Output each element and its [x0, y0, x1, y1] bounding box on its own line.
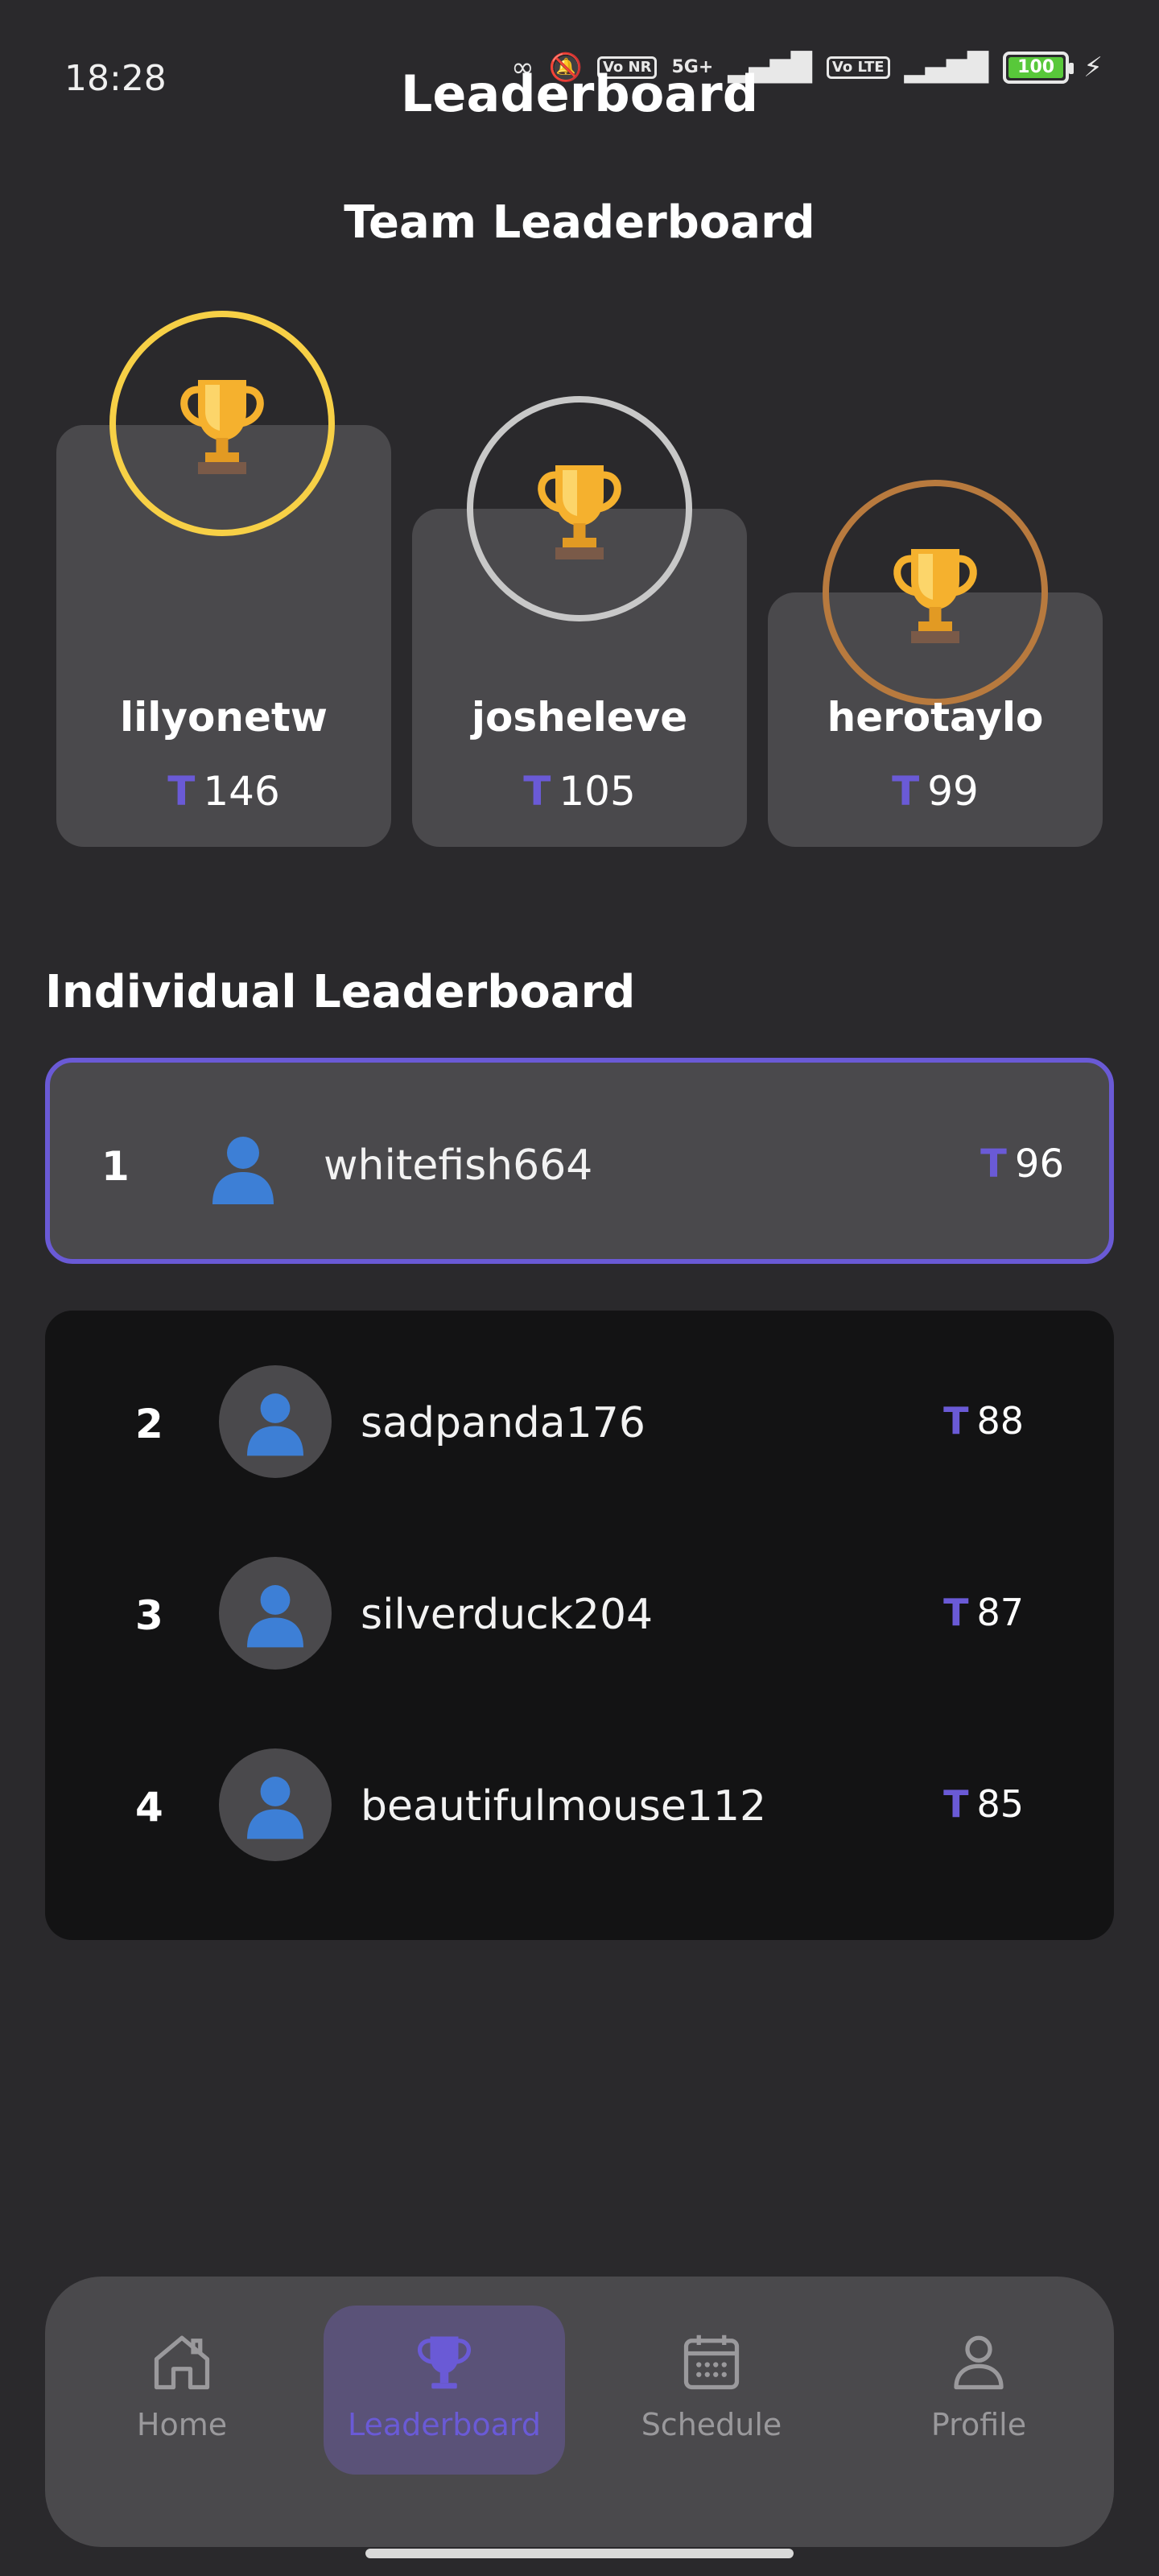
list-item[interactable]: 2 sadpanda176 T 88: [45, 1365, 1114, 1478]
nav-leaderboard[interactable]: Leaderboard: [324, 2306, 565, 2475]
trophy-icon: [538, 465, 621, 559]
token-icon: T: [167, 768, 196, 815]
individual-leaderboard-title: Individual Leaderboard: [45, 966, 636, 1018]
team-score-1: T 146: [56, 768, 391, 815]
user-avatar-icon: [247, 1585, 303, 1648]
team-score-3: T 99: [768, 768, 1103, 815]
user-score-value: 85: [976, 1782, 1024, 1826]
trophy-ring-bronze: [823, 480, 1048, 705]
user-avatar-icon: [247, 1777, 303, 1839]
team-name-1: lilyonetw: [120, 694, 328, 741]
avatar: [219, 1748, 332, 1861]
username: sadpanda176: [361, 1399, 645, 1447]
user-score: T 85: [943, 1782, 1024, 1826]
user-score: T 87: [943, 1591, 1024, 1634]
nav-home-label: Home: [136, 2407, 228, 2442]
user-score-value: 88: [976, 1399, 1024, 1443]
nav-leaderboard-label: Leaderboard: [347, 2407, 542, 2442]
nav-schedule-label: Schedule: [641, 2407, 782, 2442]
trophy-ring-silver: [467, 396, 692, 621]
home-icon: [154, 2335, 210, 2390]
rank-number: 1: [101, 1143, 130, 1190]
token-icon: T: [943, 1399, 969, 1443]
trophy-ring-gold: [109, 311, 335, 536]
list-item[interactable]: 3 silverduck204 T 87: [45, 1557, 1114, 1670]
calendar-icon: [683, 2334, 740, 2390]
list-item[interactable]: 4 beautifulmouse112 T 85: [45, 1748, 1114, 1861]
username: silverduck204: [361, 1591, 654, 1639]
rank-number: 2: [135, 1401, 163, 1447]
team-leaderboard-title: Team Leaderboard: [344, 196, 815, 249]
token-icon: T: [943, 1782, 969, 1826]
team-score-value-1: 146: [203, 768, 280, 815]
bottom-nav: Home Leaderboard Schedule Profile: [45, 2277, 1114, 2547]
rank-number: 4: [135, 1784, 163, 1831]
user-avatar-icon: [212, 1137, 274, 1204]
token-icon: T: [980, 1141, 1007, 1187]
user-score-value: 96: [1014, 1141, 1064, 1187]
team-score-2: T 105: [412, 768, 747, 815]
team-score-value-3: 99: [927, 768, 979, 815]
trophy-icon: [418, 2336, 471, 2389]
trophy-icon: [180, 380, 264, 474]
nav-profile-label: Profile: [930, 2407, 1027, 2442]
token-icon: T: [892, 768, 920, 815]
team-name-3: herotaylo: [827, 694, 1044, 741]
nav-profile[interactable]: Profile: [858, 2306, 1099, 2475]
team-name-2: josheleve: [471, 694, 688, 741]
user-score-value: 87: [976, 1591, 1024, 1634]
user-avatar-icon: [247, 1393, 303, 1456]
user-score: T 88: [943, 1399, 1024, 1443]
nav-schedule[interactable]: Schedule: [591, 2306, 832, 2475]
username: beautifulmouse112: [361, 1782, 767, 1831]
avatar: [219, 1557, 332, 1670]
token-icon: T: [523, 768, 551, 815]
username: whitefish664: [324, 1141, 593, 1190]
team-score-value-2: 105: [559, 768, 636, 815]
token-icon: T: [943, 1591, 969, 1634]
avatar: [219, 1365, 332, 1478]
leaderboard-list: 2 sadpanda176 T 88 3 silverduck204 T 87 4: [45, 1311, 1114, 1940]
trophy-icon: [893, 549, 977, 643]
top-user-row[interactable]: 1 whitefish664 T 96: [45, 1058, 1114, 1264]
home-indicator[interactable]: [365, 2549, 794, 2558]
nav-home[interactable]: Home: [61, 2306, 303, 2475]
person-icon: [954, 2335, 1004, 2390]
user-score: T 96: [980, 1141, 1064, 1187]
page-title: Leaderboard: [400, 64, 759, 123]
rank-number: 3: [135, 1592, 163, 1639]
